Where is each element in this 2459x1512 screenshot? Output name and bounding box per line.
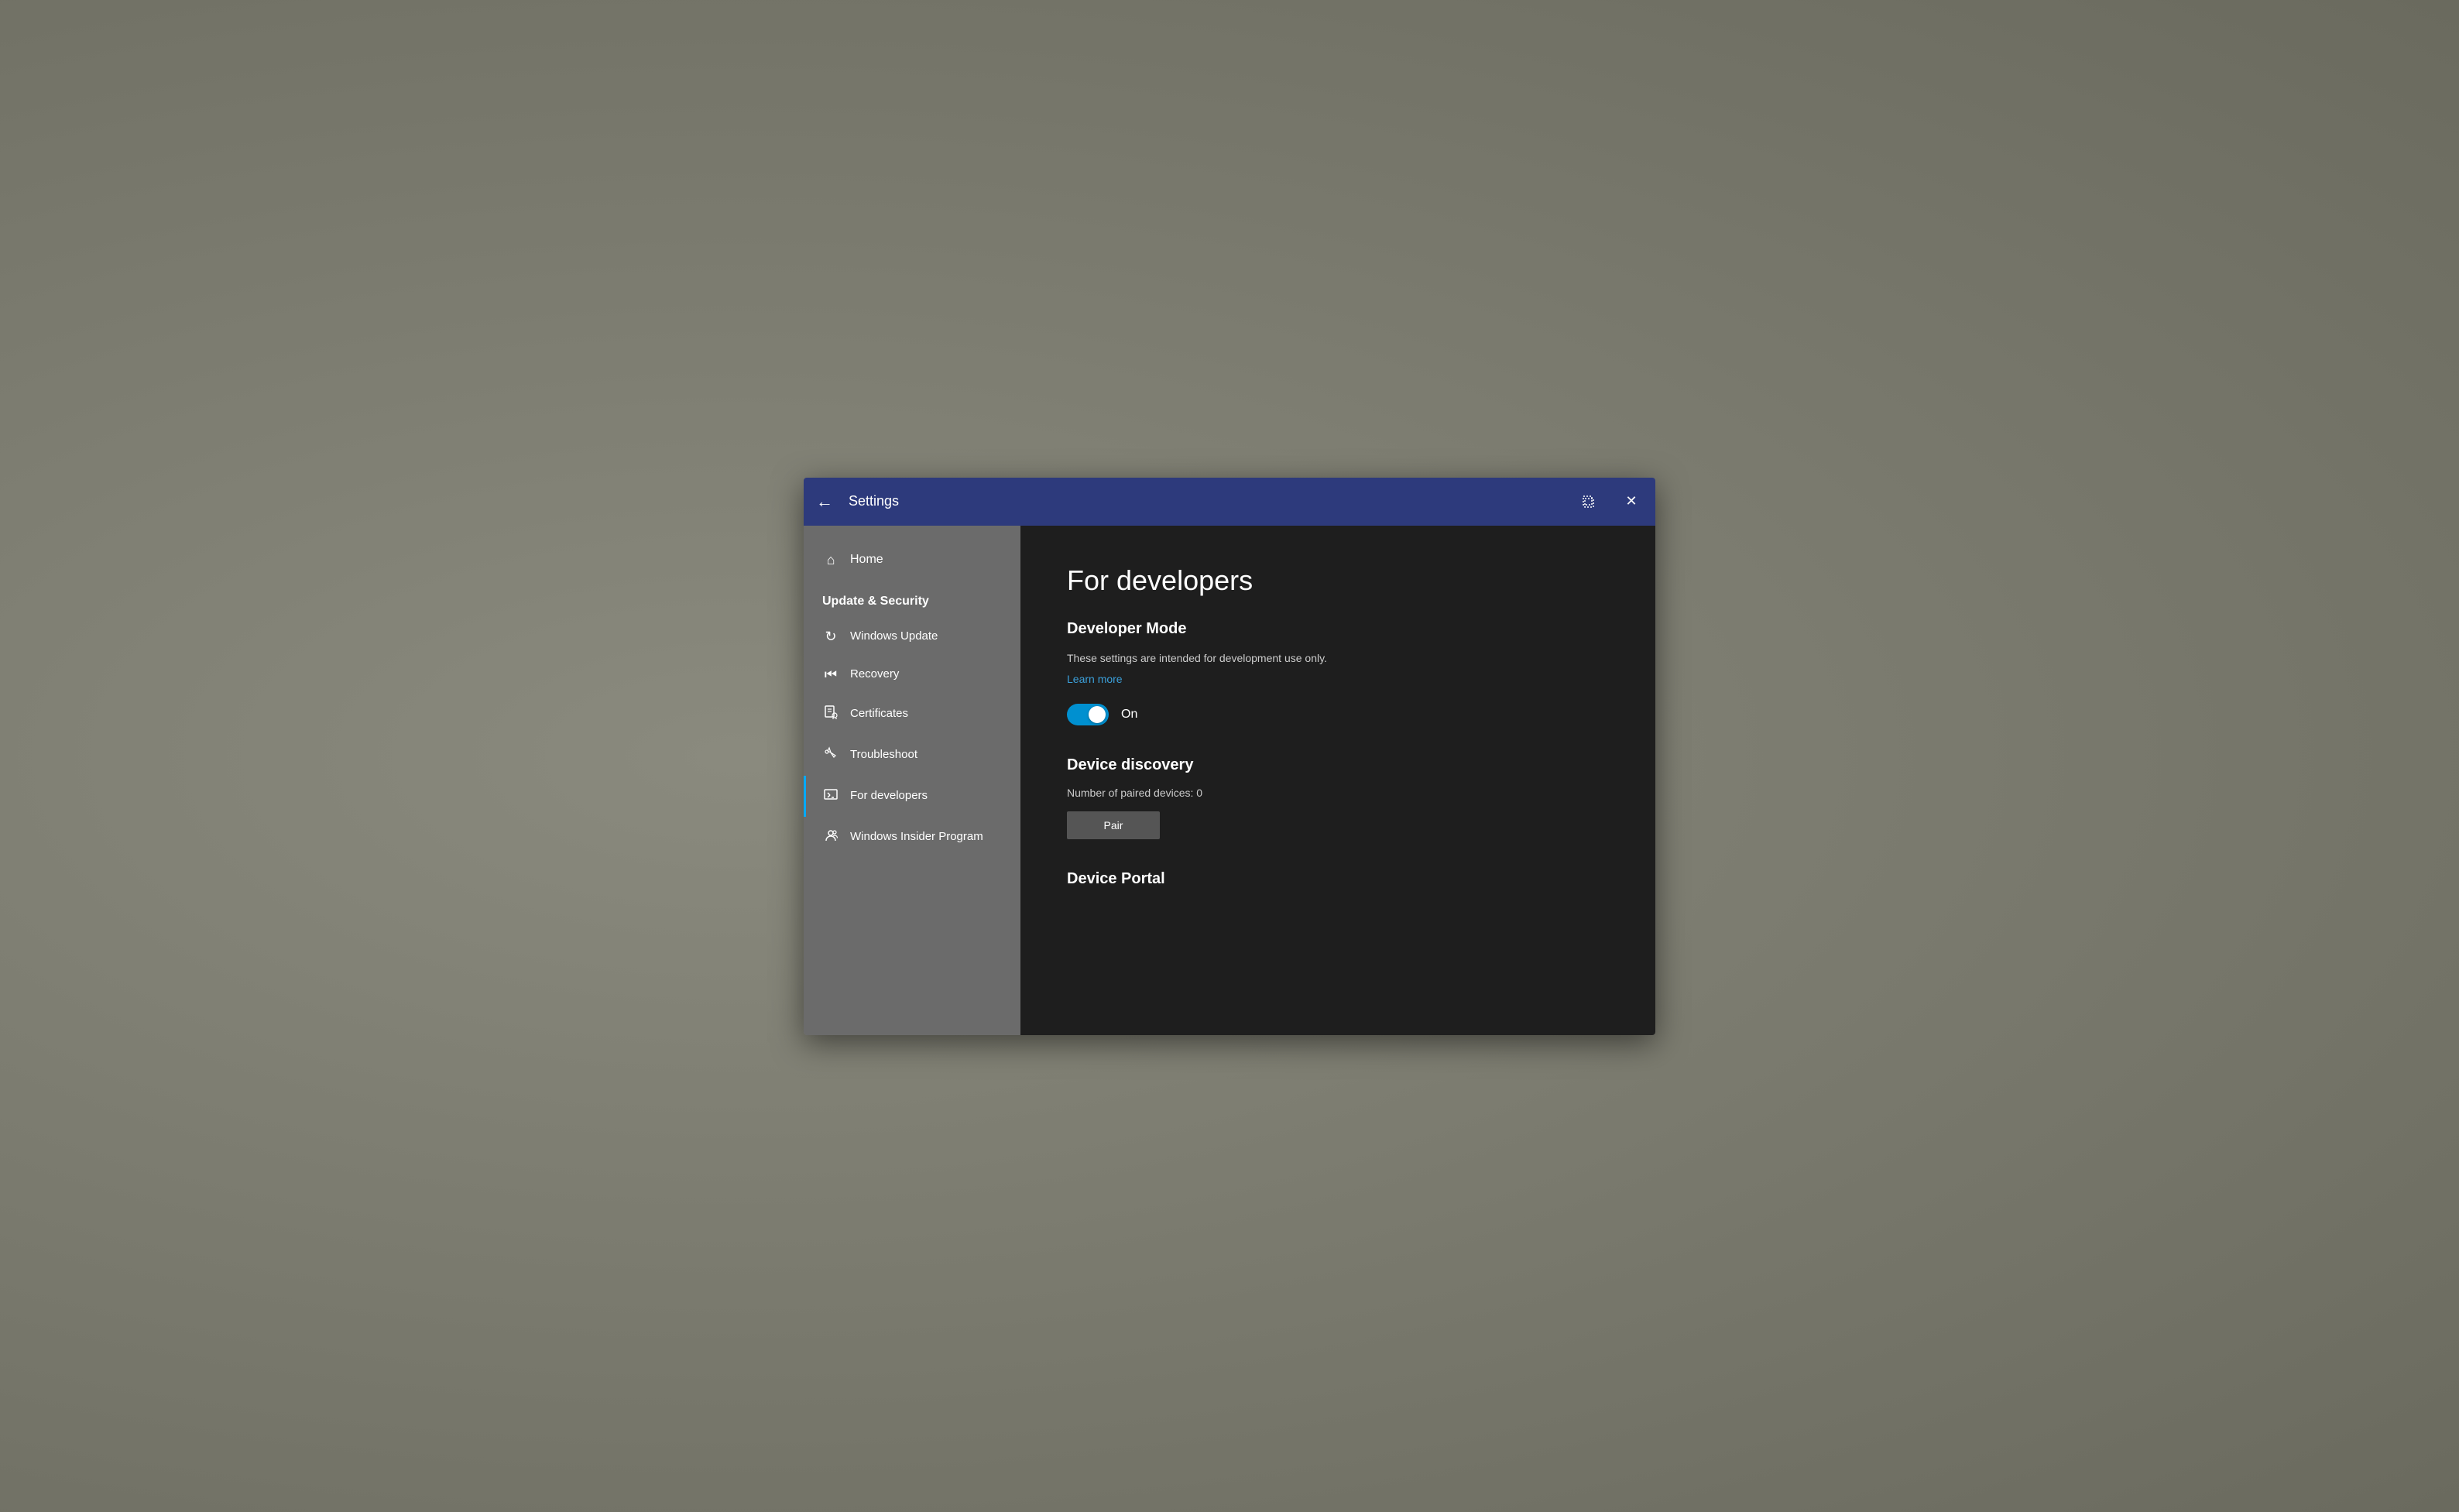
window-title: Settings xyxy=(849,493,1578,509)
page-title: For developers xyxy=(1067,564,1609,597)
pair-button[interactable]: Pair xyxy=(1067,811,1160,839)
content-area: ⌂ Home Update & Security ↻ Windows Updat… xyxy=(804,526,1655,1035)
device-portal-title: Device Portal xyxy=(1067,870,1609,888)
sidebar-item-certificates[interactable]: Certificates xyxy=(804,694,1020,735)
windows-insider-icon xyxy=(822,828,839,847)
sidebar-item-for-developers[interactable]: For developers xyxy=(804,776,1020,817)
restore-button[interactable] xyxy=(1578,490,1601,513)
device-discovery-section: Device discovery Number of paired device… xyxy=(1067,756,1609,839)
sidebar-item-windows-insider[interactable]: Windows Insider Program xyxy=(804,817,1020,858)
device-portal-section: Device Portal xyxy=(1067,870,1609,888)
learn-more-link[interactable]: Learn more xyxy=(1067,673,1123,685)
paired-devices-info: Number of paired devices: 0 xyxy=(1067,787,1609,799)
sidebar-item-recovery[interactable]: ⏮ Recovery xyxy=(804,656,1020,694)
window-controls: ✕ xyxy=(1578,490,1643,513)
titlebar: ← Settings ✕ xyxy=(804,478,1655,526)
home-icon: ⌂ xyxy=(822,552,839,568)
sidebar-label-troubleshoot: Troubleshoot xyxy=(850,747,917,763)
for-developers-icon xyxy=(822,787,839,806)
developer-mode-title: Developer Mode xyxy=(1067,620,1609,638)
sidebar-item-windows-update[interactable]: ↻ Windows Update xyxy=(804,618,1020,656)
developer-mode-section: Developer Mode These settings are intend… xyxy=(1067,620,1609,725)
developer-mode-description: These settings are intended for developm… xyxy=(1067,650,1609,667)
restore-icon xyxy=(1582,494,1597,509)
sidebar-section-title: Update & Security xyxy=(804,579,1020,618)
toggle-knob xyxy=(1089,706,1106,723)
sidebar-label-windows-insider: Windows Insider Program xyxy=(850,829,983,845)
sidebar-label-recovery: Recovery xyxy=(850,667,899,682)
certificates-icon xyxy=(822,705,839,724)
device-discovery-title: Device discovery xyxy=(1067,756,1609,774)
main-panel: For developers Developer Mode These sett… xyxy=(1020,526,1655,1035)
sidebar-item-home[interactable]: ⌂ Home xyxy=(804,541,1020,579)
troubleshoot-icon xyxy=(822,746,839,765)
developer-mode-toggle-row: On xyxy=(1067,704,1609,725)
sidebar-label-certificates: Certificates xyxy=(850,706,908,722)
toggle-state-label: On xyxy=(1121,708,1137,722)
sidebar-home-label: Home xyxy=(850,553,883,567)
settings-window: ← Settings ✕ ⌂ Home Update & Security ↻ … xyxy=(804,478,1655,1035)
windows-update-icon: ↻ xyxy=(822,629,839,645)
developer-mode-toggle[interactable] xyxy=(1067,704,1109,725)
recovery-icon: ⏮ xyxy=(822,667,839,683)
close-button[interactable]: ✕ xyxy=(1620,490,1643,513)
back-button[interactable]: ← xyxy=(816,493,833,510)
sidebar-label-for-developers: For developers xyxy=(850,788,928,804)
sidebar: ⌂ Home Update & Security ↻ Windows Updat… xyxy=(804,526,1020,1035)
sidebar-label-windows-update: Windows Update xyxy=(850,629,938,644)
sidebar-item-troubleshoot[interactable]: Troubleshoot xyxy=(804,735,1020,776)
